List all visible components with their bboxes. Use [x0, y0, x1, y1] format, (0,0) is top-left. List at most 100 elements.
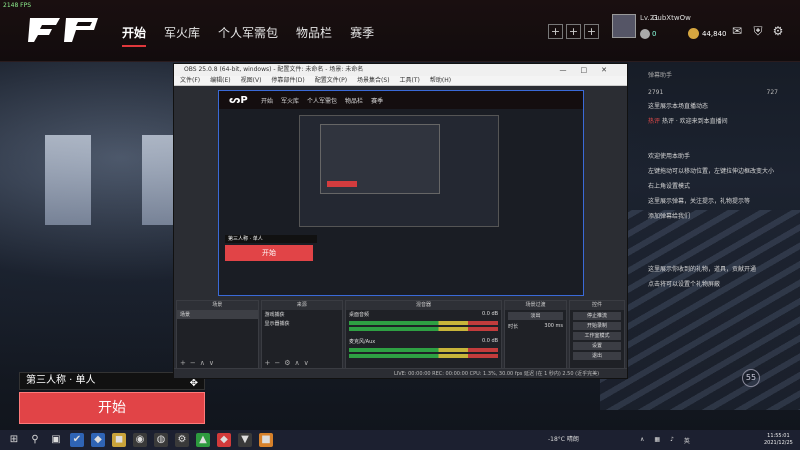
preview-start-button: 开始 — [225, 245, 313, 261]
ime-indicator[interactable]: 英 — [684, 436, 690, 445]
volume-meter — [349, 321, 499, 325]
window-controls[interactable]: —□✕ — [560, 64, 621, 76]
controls-dock[interactable]: 控件 停止推流 开始录制 工作室模式 设置 退出 — [569, 300, 625, 370]
app-icon[interactable]: ◆ — [217, 433, 231, 447]
transition-select[interactable]: 淡出 — [508, 312, 563, 320]
volume-meter — [349, 327, 499, 331]
chat-line: 添加弹幕给我们 — [648, 213, 691, 220]
danmaku-panel[interactable]: 弹幕助手 2791 727 这里展示本场直播动态 热评 热评 · 欢迎来到本直播… — [648, 70, 778, 370]
menu-file[interactable]: 文件(F) — [180, 76, 200, 85]
source-item[interactable]: 游戏捕获 — [262, 310, 343, 319]
system-tray[interactable]: ∧ ▦ ♪ 英 — [640, 436, 690, 445]
preview-topbar: ᔕP 开始 军火库 个人军需包 物品栏 赛季 — [219, 91, 583, 109]
chat-line: 欢迎使用本助手 — [648, 153, 691, 160]
source-item[interactable]: 显示器捕获 — [262, 319, 343, 328]
coin-icon — [688, 28, 699, 39]
chat-line: 热评 热评 · 欢迎来到本直播间 — [648, 118, 728, 125]
rank-icon — [640, 29, 650, 39]
menu-edit[interactable]: 编辑(E) — [210, 76, 230, 85]
obs-titlebar: OBS 25.0.8 (64-bit, windows) - 配置文件: 未命名… — [174, 64, 627, 76]
menu-view[interactable]: 视图(V) — [241, 76, 262, 85]
studio-mode-button[interactable]: 工作室模式 — [573, 332, 621, 340]
dock-toolbar[interactable]: +−⚙∧∨ — [265, 359, 313, 367]
add-slot-button[interactable]: + — [584, 24, 599, 39]
shield-icon[interactable]: ⛨ — [751, 25, 765, 37]
game-mode-label: 第三人称 · 单人 — [26, 375, 96, 386]
preview-tab: 军火库 — [281, 98, 300, 105]
search-icon[interactable]: ⚲ — [28, 433, 42, 447]
obs-menubar: 文件(F) 编辑(E) 视图(V) 停靠部件(D) 配置文件(P) 场景集合(S… — [174, 76, 627, 86]
main-nav: 开始 军火库 个人军需包 物品栏 赛季 — [122, 24, 374, 47]
mixer-channel: 桌面音频 0.0 dB — [349, 311, 499, 318]
dock-title: 场景过渡 — [505, 301, 566, 310]
recursive-preview-inner — [320, 124, 440, 194]
sources-dock[interactable]: 来源 游戏捕获 显示器捕获 +−⚙∧∨ — [260, 300, 343, 370]
dock-toolbar[interactable]: +−∧∨ — [180, 359, 218, 367]
menu-scene-collection[interactable]: 场景集合(S) — [357, 76, 390, 85]
like-count: 727 — [766, 89, 778, 96]
add-slot-button[interactable]: + — [566, 24, 581, 39]
volume-icon[interactable]: ♪ — [670, 436, 674, 445]
nav-tab-supply[interactable]: 个人军需包 — [218, 24, 278, 47]
volume-meter — [349, 348, 499, 352]
scene-item[interactable]: 场景 — [177, 310, 258, 319]
app-icon[interactable]: ◼ — [112, 433, 126, 447]
transitions-dock[interactable]: 场景过渡 淡出 时长 300 ms — [504, 300, 567, 370]
exit-button[interactable]: 退出 — [573, 352, 621, 360]
settings-button[interactable]: 设置 — [573, 342, 621, 350]
level-badge: 55 — [742, 369, 760, 387]
chat-line: 这里展示你收到的礼物，道具，贡献开通 — [648, 266, 757, 273]
scenes-dock[interactable]: 场景 场景 +−∧∨ — [176, 300, 259, 370]
player-name: GubXtwOw — [652, 14, 691, 22]
obs-docks: 场景 场景 +−∧∨ 来源 游戏捕获 显示器捕获 +−⚙∧∨ 混音器 桌面音频 0… — [174, 300, 627, 370]
clock-date: 2021/12/25 — [764, 440, 793, 446]
steam-icon[interactable]: ⚙ — [175, 433, 189, 447]
preview-tab: 开始 — [261, 98, 274, 105]
app-icon[interactable]: ▲ — [196, 433, 210, 447]
weather-widget[interactable]: -18°C 晴朗 — [548, 434, 579, 443]
preview-mode-label: 第三人称 · 单人 — [225, 235, 317, 243]
game-icon[interactable]: ▼ — [238, 433, 252, 447]
panel-stats: 2791 727 — [648, 89, 778, 96]
menu-docks[interactable]: 停靠部件(D) — [271, 76, 304, 85]
tray-chevron-icon[interactable]: ∧ — [640, 436, 644, 445]
windows-start-icon[interactable]: ⊞ — [7, 433, 21, 447]
chat-line: 点击将可以设置个礼物屏蔽 — [648, 281, 721, 288]
gear-icon[interactable]: ⚙ — [771, 25, 785, 37]
nav-tab-inventory[interactable]: 物品栏 — [296, 24, 332, 47]
obs-icon[interactable]: ◉ — [133, 433, 147, 447]
chat-line: 这里展示弹幕，关注提示，礼物提示等 — [648, 198, 751, 205]
file-explorer-icon[interactable]: ▣ — [49, 433, 63, 447]
recursive-preview — [299, 115, 499, 227]
app-icon[interactable]: ◆ — [91, 433, 105, 447]
dock-title: 控件 — [570, 301, 624, 310]
menu-tools[interactable]: 工具(T) — [400, 76, 420, 85]
menu-help[interactable]: 帮助(H) — [430, 76, 451, 85]
obs-preview[interactable]: ᔕP 开始 军火库 个人军需包 物品栏 赛季 第三人称 · 单人 开始 — [218, 90, 584, 296]
currency-primary: 0 — [652, 30, 657, 38]
network-icon[interactable]: ▦ — [654, 436, 660, 445]
nav-tab-start[interactable]: 开始 — [122, 24, 146, 47]
obs-window-title: OBS 25.0.8 (64-bit, windows) - 配置文件: 未命名… — [184, 66, 364, 73]
mail-icon[interactable]: ✉ — [730, 25, 744, 37]
avatar[interactable] — [612, 14, 636, 38]
stop-streaming-button[interactable]: 停止推流 — [573, 312, 621, 320]
app-icon[interactable]: ◍ — [154, 433, 168, 447]
viewer-count: 2791 — [648, 89, 664, 96]
preview-tab: 物品栏 — [345, 98, 364, 105]
menu-profile[interactable]: 配置文件(P) — [315, 76, 347, 85]
add-slot-button[interactable]: + — [548, 24, 563, 39]
start-game-button[interactable]: 开始 — [19, 392, 205, 424]
system-clock[interactable]: 11:55:01 2021/12/25 — [764, 433, 793, 447]
transition-duration[interactable]: 时长 300 ms — [505, 322, 566, 331]
start-recording-button[interactable]: 开始录制 — [573, 322, 621, 330]
app-icon[interactable]: ■ — [259, 433, 273, 447]
preview-nav: 开始 军火库 个人军需包 物品栏 赛季 — [261, 96, 383, 105]
app-icon[interactable]: ✔ — [70, 433, 84, 447]
nav-tab-season[interactable]: 赛季 — [350, 24, 374, 47]
nav-tab-armory[interactable]: 军火库 — [164, 24, 200, 47]
game-logo — [28, 18, 98, 42]
obs-window[interactable]: OBS 25.0.8 (64-bit, windows) - 配置文件: 未命名… — [173, 63, 628, 379]
preview-tab: 赛季 — [371, 98, 384, 105]
mixer-dock[interactable]: 混音器 桌面音频 0.0 dB 麦克风/Aux 0.0 dB — [345, 300, 503, 370]
